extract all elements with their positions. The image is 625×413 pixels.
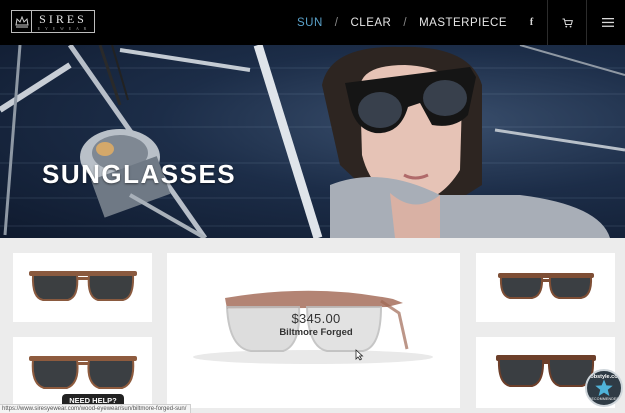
status-bar-url: https://www.siresyewear.com/wood-eyewear… [0, 404, 192, 413]
main-nav: Sun / Clear / Masterpiece [297, 0, 507, 45]
brand-subtitle: E Y E W E A R [37, 26, 89, 31]
hero-banner: SUNGLASSES [0, 45, 625, 238]
badge-label: RECOMMENDED [588, 397, 620, 401]
sunglasses-image [498, 273, 594, 299]
page: SIRES E Y E W E A R Sun / Clear / Master… [0, 0, 625, 413]
featured-product-info[interactable]: $345.00 Biltmore Forged [270, 311, 362, 338]
nav-item-clear[interactable]: Clear [351, 17, 392, 29]
product-name: Biltmore Forged [279, 327, 353, 338]
product-card-left-top[interactable] [13, 253, 152, 322]
star-icon [595, 379, 613, 396]
nav-separator: / [403, 16, 408, 29]
product-card-right-top[interactable] [476, 253, 615, 322]
hero-photo [0, 45, 625, 238]
nav-item-sun[interactable]: Sun [297, 17, 323, 29]
crown-icon [12, 11, 32, 32]
badge-site: bobstyle.com [587, 374, 623, 380]
brand-wordmark: SIRES E Y E W E A R [32, 12, 94, 32]
brand-logo[interactable]: SIRES E Y E W E A R [11, 10, 95, 33]
nav-separator: / [334, 16, 339, 29]
top-bar: SIRES E Y E W E A R Sun / Clear / Master… [0, 0, 625, 45]
hero-title: SUNGLASSES [42, 159, 237, 189]
product-price: $345.00 [291, 311, 341, 326]
brand-name: SIRES [39, 12, 87, 26]
sunglasses-image [29, 271, 137, 301]
menu-icon[interactable] [588, 0, 625, 45]
facebook-icon[interactable]: f [512, 0, 551, 45]
mouse-pointer-icon [355, 349, 364, 361]
nav-item-masterpiece[interactable]: Masterpiece [419, 17, 507, 29]
recommended-badge[interactable]: bobstyle.com RECOMMENDED [585, 369, 623, 407]
cart-icon[interactable] [547, 0, 587, 45]
